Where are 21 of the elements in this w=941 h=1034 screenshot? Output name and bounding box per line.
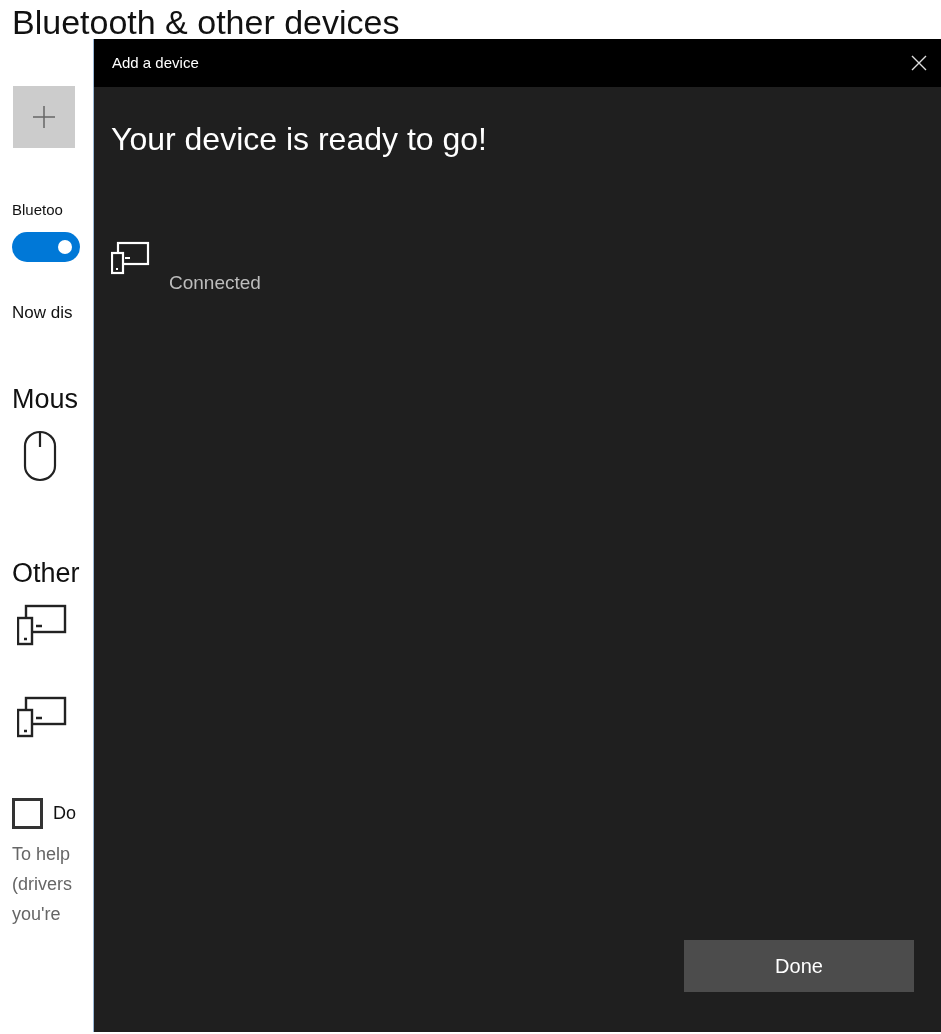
info-text: To help [12, 843, 72, 866]
device-icon [17, 696, 67, 738]
device-icon [111, 241, 151, 275]
section-heading: Mous [12, 383, 80, 416]
page-title: Bluetooth & other devices [12, 2, 401, 42]
device-status: Connected [169, 271, 262, 295]
device-icon [17, 604, 67, 646]
discoverable-text: Now dis [12, 302, 74, 324]
checkbox-label: Do [53, 802, 76, 825]
info-text: (drivers [12, 873, 73, 896]
close-icon[interactable] [911, 55, 927, 71]
checkbox[interactable] [12, 798, 43, 829]
bluetooth-label: Bluetoo [12, 200, 64, 220]
mouse-icon [23, 430, 57, 482]
dialog-heading: Your device is ready to go! [111, 120, 488, 159]
done-button[interactable]: Done [684, 940, 914, 992]
dialog-title: Add a device [112, 52, 199, 73]
plus-icon [32, 105, 56, 129]
bluetooth-toggle[interactable] [12, 232, 80, 262]
info-text: you're [12, 903, 62, 926]
section-heading: Other [12, 557, 81, 590]
